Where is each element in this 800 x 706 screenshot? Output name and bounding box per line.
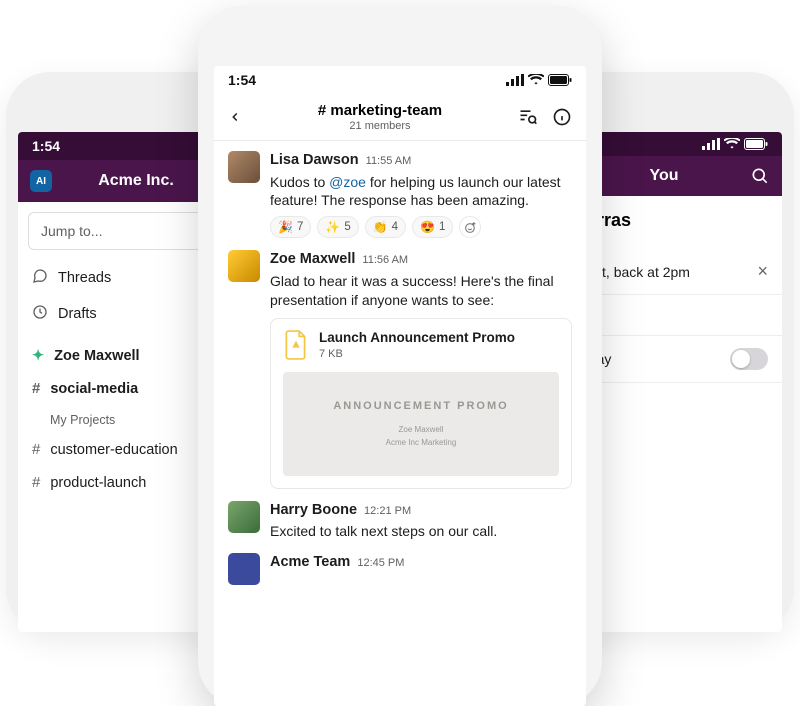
phone-center: 1:54 # marketing-team 21 members [198,6,602,706]
file-size: 7 KB [319,347,515,362]
message-time: 12:45 PM [357,556,404,571]
file-type-icon [283,330,309,360]
sidebar-label: product-launch [50,475,146,491]
message-time: 11:55 AM [366,154,412,169]
message-author[interactable]: Acme Team [270,553,350,573]
sidebar-label: social-media [50,381,138,397]
sidebar-label: Zoe Maxwell [54,348,139,364]
file-title: Launch Announcement Promo [319,329,515,347]
you-title: You [578,167,750,185]
channel-header: # marketing-team 21 members [214,94,586,141]
search-icon[interactable] [750,166,770,186]
status-bar: 1:54 [214,66,586,94]
status-icons [506,74,572,86]
workspace-name: Acme Inc. [52,172,220,190]
reaction[interactable]: 🎉7 [270,216,311,238]
message[interactable]: Acme Team 12:45 PM [228,553,572,585]
away-toggle[interactable] [730,348,768,370]
reaction[interactable]: ✨5 [317,216,358,238]
sidebar-label: Drafts [58,306,97,322]
status-time: 1:54 [32,138,60,154]
channel-name: marketing-team [330,102,442,119]
hash-icon: # [32,474,40,491]
hash-icon: # [32,380,40,397]
avatar[interactable] [228,250,260,282]
drafts-icon [32,304,48,324]
clear-status-icon[interactable]: × [757,261,768,282]
message[interactable]: Lisa Dawson 11:55 AM Kudos to @zoe for h… [228,151,572,238]
sidebar-label: customer-education [50,442,177,458]
message-text: Excited to talk next steps on our call. [270,522,572,541]
reactions: 🎉7 ✨5 👏4 😍1 [270,216,572,238]
message-author[interactable]: Zoe Maxwell [270,250,355,270]
mention[interactable]: @zoe [329,174,366,190]
threads-icon [32,268,48,288]
avatar[interactable] [228,151,260,183]
status-time: 1:54 [228,72,256,88]
reaction[interactable]: 👏4 [365,216,406,238]
message-text: Kudos to @zoe for helping us launch our … [270,173,572,211]
message[interactable]: Harry Boone 12:21 PM Excited to talk nex… [228,501,572,541]
filter-search-icon[interactable] [518,107,538,127]
message[interactable]: Zoe Maxwell 11:56 AM Glad to hear it was… [228,250,572,488]
message-text: Glad to hear it was a success! Here's th… [270,272,572,310]
workspace-icon: AI [30,170,52,192]
sidebar-label: Threads [58,270,111,286]
avatar[interactable] [228,553,260,585]
message-time: 12:21 PM [364,504,411,519]
status-icons [702,138,768,150]
presence-icon: ✦ [32,348,44,364]
hash-icon: # [318,102,326,119]
channel-title-wrap[interactable]: # marketing-team 21 members [242,102,518,132]
file-attachment[interactable]: Launch Announcement Promo 7 KB ANNOUNCEM… [270,318,572,489]
avatar[interactable] [228,501,260,533]
hash-icon: # [32,441,40,458]
reaction[interactable]: 😍1 [412,216,453,238]
back-icon[interactable] [228,107,242,127]
channel-members: 21 members [242,120,518,132]
message-author[interactable]: Lisa Dawson [270,151,359,171]
file-preview: ANNOUNCEMENT PROMO Zoe Maxwell Acme Inc … [283,372,559,476]
message-time: 11:56 AM [362,253,408,268]
add-reaction-icon[interactable] [459,216,481,238]
message-author[interactable]: Harry Boone [270,501,357,521]
info-icon[interactable] [552,107,572,127]
